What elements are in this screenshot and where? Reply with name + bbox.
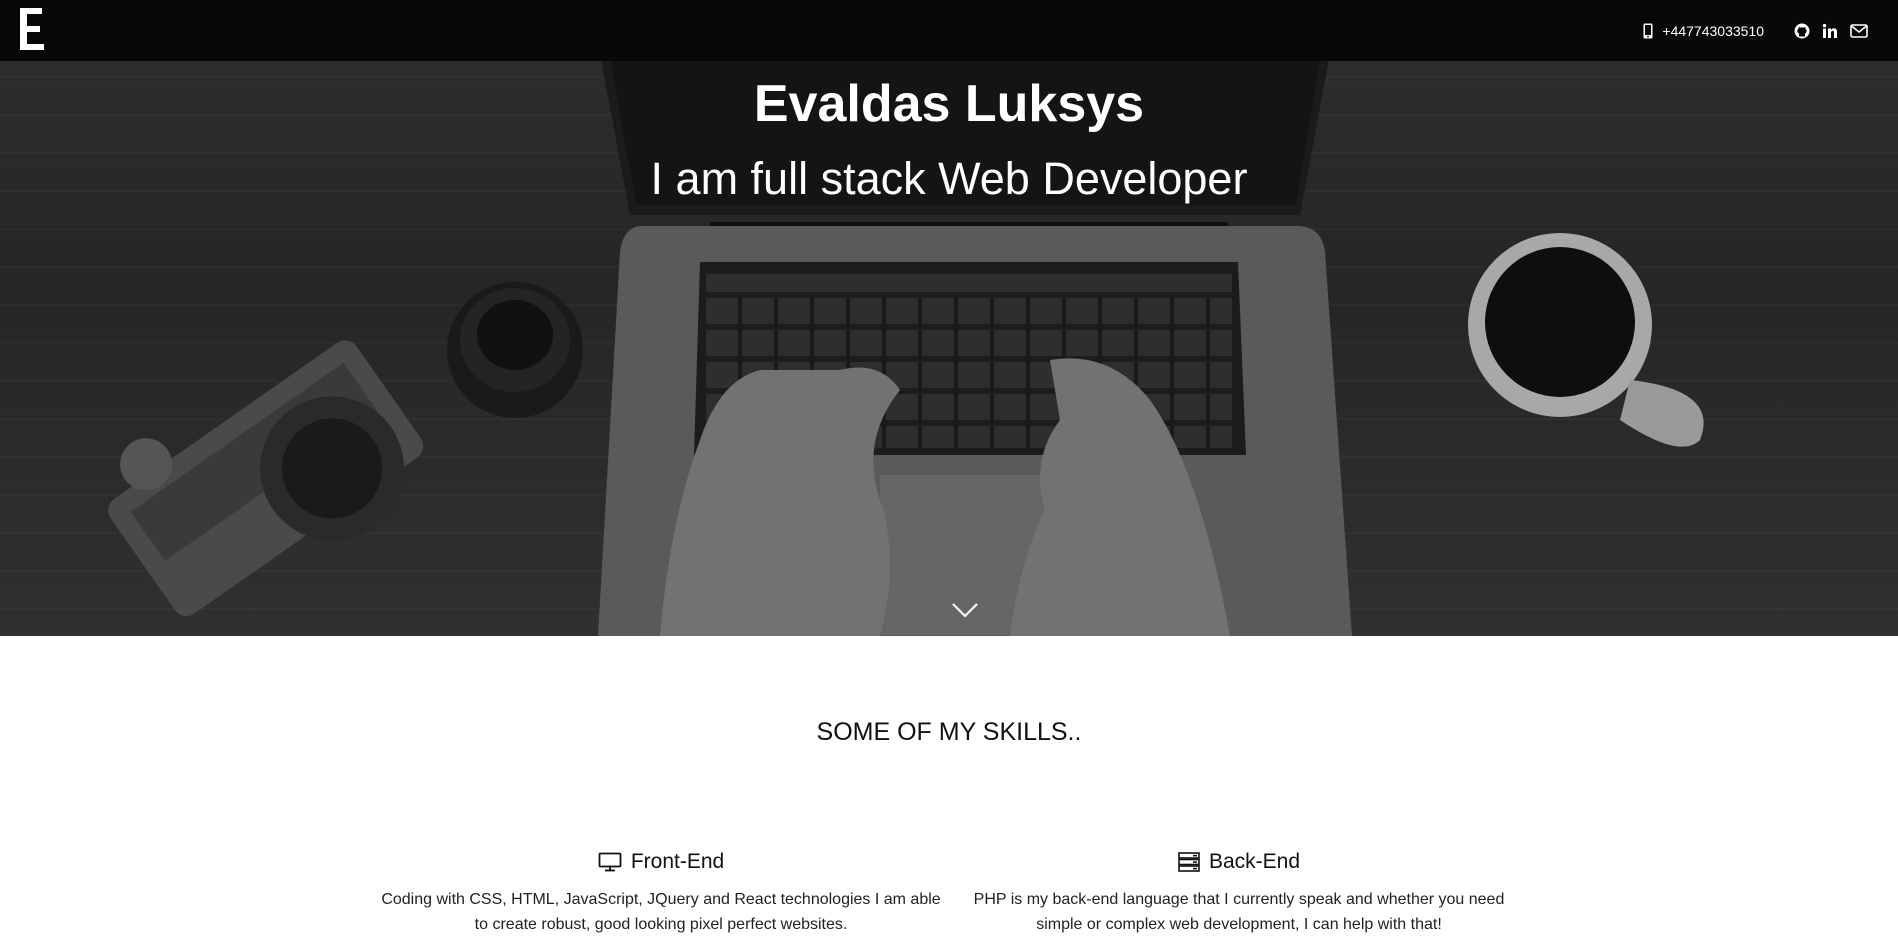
skill-front-end-heading: Front-End [381,848,941,876]
skill-front-end-title: Front-End [630,850,725,873]
scroll-down-button[interactable] [950,598,980,627]
nav-contact-links: +447743033510 [1643,0,1868,61]
top-navbar: +447743033510 [0,0,1898,61]
email-link[interactable] [1850,23,1868,38]
skill-back-end-heading: Back-End [959,848,1519,876]
monitor-icon [598,852,622,872]
hero-section: +447743033510 Evaldas Luksys I am full s… [0,0,1898,636]
linkedin-link[interactable] [1822,23,1838,39]
skill-front-end: Front-End Coding with CSS, HTML, JavaScr… [381,848,941,937]
github-icon [1794,23,1810,38]
server-icon [1178,852,1200,872]
skill-back-end-text: PHP is my back-end language that I curre… [973,891,1505,933]
envelope-icon [1850,23,1868,38]
hero-subtitle: I am full stack Web Developer [650,153,1248,204]
linkedin-icon [1822,23,1837,38]
skill-front-end-text: Coding with CSS, HTML, JavaScript, JQuer… [381,891,941,933]
phone-number: +447743033510 [1662,22,1764,39]
skills-section-title: SOME OF MY SKILLS.. [816,718,1082,746]
chevron-down-icon [952,603,978,618]
logo-letter-e-icon [20,8,44,50]
phone-icon [1643,23,1653,39]
logo[interactable] [18,6,46,52]
skill-back-end-title: Back-End [1208,850,1301,873]
skill-back-end: Back-End PHP is my back-end language tha… [959,848,1519,937]
nav-phone[interactable]: +447743033510 [1643,23,1764,39]
github-link[interactable] [1794,23,1810,39]
hero-title: Evaldas Luksys [753,75,1145,133]
